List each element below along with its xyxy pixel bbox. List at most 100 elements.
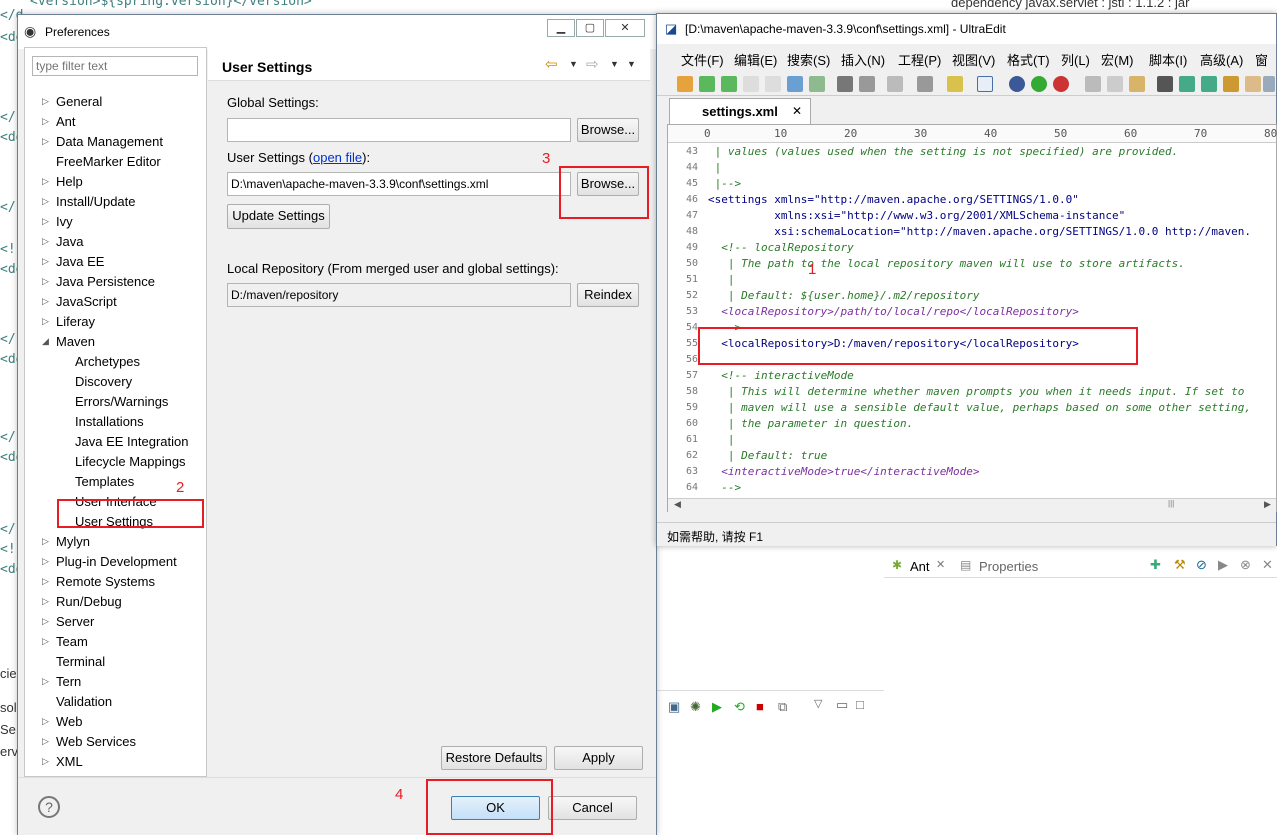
save-icon[interactable]	[809, 76, 825, 92]
publish-icon[interactable]: ⧉	[778, 699, 787, 715]
add-buildfile-icon[interactable]: ✚	[1150, 557, 1161, 573]
tree-item[interactable]: Liferay	[56, 314, 95, 329]
background-view-tab[interactable]: Se	[0, 722, 16, 737]
tree-item[interactable]: Tern	[56, 674, 81, 689]
apply-button[interactable]: Apply	[554, 746, 643, 770]
close-tab-icon[interactable]: ✕	[792, 104, 802, 118]
close-button[interactable]: ✕	[605, 19, 645, 37]
collapsed-arrow-icon[interactable]: ▷	[42, 676, 49, 687]
tree-item[interactable]: Terminal	[56, 654, 105, 669]
tree-item[interactable]: Ant	[56, 114, 76, 129]
folder-icon[interactable]	[787, 76, 803, 92]
remove-all-icon[interactable]: ✕	[1262, 557, 1273, 573]
tree-item[interactable]: Run/Debug	[56, 594, 122, 609]
hex-icon[interactable]	[917, 76, 933, 92]
collapsed-arrow-icon[interactable]: ▷	[42, 756, 49, 767]
collapsed-arrow-icon[interactable]: ▷	[42, 176, 49, 187]
wordwrap-icon[interactable]	[887, 76, 903, 92]
menu-search[interactable]: 搜索(S)	[787, 50, 830, 69]
remove-icon[interactable]: ⊗	[1240, 557, 1251, 573]
maximize-button[interactable]: ▢	[576, 19, 604, 37]
tree-item[interactable]: Data Management	[56, 134, 163, 149]
open-file-link[interactable]: open file	[313, 150, 362, 165]
menu-insert[interactable]: 插入(N)	[841, 50, 885, 69]
menu-column[interactable]: 列(L)	[1061, 50, 1090, 69]
new-doc-icon[interactable]	[765, 76, 781, 92]
horizontal-scrollbar[interactable]: ◀ ||| ▶	[668, 498, 1276, 512]
find-icon[interactable]	[1157, 76, 1173, 92]
view-menu-icon[interactable]: ▼	[627, 59, 636, 69]
tree-item[interactable]: General	[56, 94, 102, 109]
view-menu-icon[interactable]: ▽	[814, 697, 822, 710]
tree-item[interactable]: Web Services	[56, 734, 136, 749]
global-settings-field[interactable]	[227, 118, 571, 142]
collapsed-arrow-icon[interactable]: ▷	[42, 276, 49, 287]
ant-tab[interactable]: Ant	[910, 559, 930, 574]
tree-item[interactable]: Validation	[56, 694, 112, 709]
tree-item[interactable]: XML	[56, 754, 83, 769]
collapsed-arrow-icon[interactable]: ▷	[42, 196, 49, 207]
tree-item[interactable]: Java Persistence	[56, 274, 155, 289]
menu-project[interactable]: 工程(P)	[898, 50, 941, 69]
menu-macro[interactable]: 宏(M)	[1101, 50, 1134, 69]
tree-item[interactable]: FreeMarker Editor	[56, 154, 161, 169]
tree-item[interactable]: Web	[56, 714, 83, 729]
collapsed-arrow-icon[interactable]: ▷	[42, 316, 49, 327]
console-icon[interactable]: ▣	[668, 699, 680, 715]
filter-input[interactable]	[32, 56, 198, 76]
forward-dropdown-icon[interactable]: ▼	[610, 59, 619, 69]
tree-item[interactable]: Archetypes	[75, 354, 140, 369]
back-dropdown-icon[interactable]: ▼	[569, 59, 578, 69]
collapsed-arrow-icon[interactable]: ▷	[42, 596, 49, 607]
replace-icon[interactable]	[1223, 76, 1239, 92]
tree-item[interactable]: Java	[56, 234, 83, 249]
help-icon[interactable]: ?	[38, 796, 60, 818]
more-icon[interactable]	[1263, 76, 1275, 92]
bookmark-icon[interactable]	[1245, 76, 1261, 92]
back-icon[interactable]	[699, 76, 715, 92]
editor-area[interactable]: 0 10 20 30 40 50 60 70 80 43 | values (values us…	[667, 124, 1277, 512]
tree-item[interactable]: Lifecycle Mappings	[75, 454, 186, 469]
menu-file[interactable]: 文件(F)	[681, 50, 724, 69]
collapsed-arrow-icon[interactable]: ▷	[42, 736, 49, 747]
update-settings-button[interactable]: Update Settings	[227, 204, 330, 229]
scroll-left-icon[interactable]: ◀	[674, 499, 681, 510]
collapsed-arrow-icon[interactable]: ▷	[42, 616, 49, 627]
tree-item[interactable]: Templates	[75, 474, 134, 489]
collapsed-arrow-icon[interactable]: ▷	[42, 136, 49, 147]
tree-item[interactable]: Ivy	[56, 214, 73, 229]
collapsed-arrow-icon[interactable]: ▷	[42, 296, 49, 307]
tree-item[interactable]: Maven	[56, 334, 95, 349]
user-settings-field[interactable]: D:\maven\apache-maven-3.3.9\conf\setting…	[227, 172, 571, 196]
stop-icon[interactable]: ■	[756, 699, 764, 714]
tree-item[interactable]: Errors/Warnings	[75, 394, 168, 409]
back-icon[interactable]: ⇦	[545, 55, 558, 73]
file-tab[interactable]: settings.xml ✕	[669, 98, 811, 124]
tree-item[interactable]: Server	[56, 614, 94, 629]
ftp-icon[interactable]	[1031, 76, 1047, 92]
maximize-icon[interactable]: □	[856, 697, 864, 712]
menu-script[interactable]: 脚本(I)	[1149, 50, 1187, 69]
find-prev-icon[interactable]	[1201, 76, 1217, 92]
tree-item[interactable]: Java EE	[56, 254, 104, 269]
tree-item[interactable]: Java EE Integration	[75, 434, 188, 449]
tree-item[interactable]: Installations	[75, 414, 144, 429]
print-icon[interactable]	[837, 76, 853, 92]
restore-defaults-button[interactable]: Restore Defaults	[441, 746, 547, 770]
paste-icon[interactable]	[1129, 76, 1145, 92]
hammer-icon[interactable]: ⚒	[1174, 557, 1186, 573]
global-browse-button[interactable]: Browse...	[577, 118, 639, 142]
tree-item[interactable]: Plug-in Development	[56, 554, 177, 569]
tree-item[interactable]: JavaScript	[56, 294, 117, 309]
forward-icon[interactable]	[721, 76, 737, 92]
close-icon[interactable]: ✕	[936, 558, 945, 571]
collapsed-arrow-icon[interactable]: ▷	[42, 256, 49, 267]
cancel-button[interactable]: Cancel	[548, 796, 637, 820]
collapsed-arrow-icon[interactable]: ▷	[42, 236, 49, 247]
minimize-icon[interactable]: ▭	[836, 697, 848, 713]
copy-icon[interactable]	[1107, 76, 1123, 92]
menu-format[interactable]: 格式(T)	[1007, 50, 1050, 69]
forward-icon[interactable]: ⇨	[586, 55, 599, 73]
hide-icon[interactable]: ⊘	[1196, 557, 1207, 573]
expanded-arrow-icon[interactable]: ◢	[42, 336, 49, 347]
